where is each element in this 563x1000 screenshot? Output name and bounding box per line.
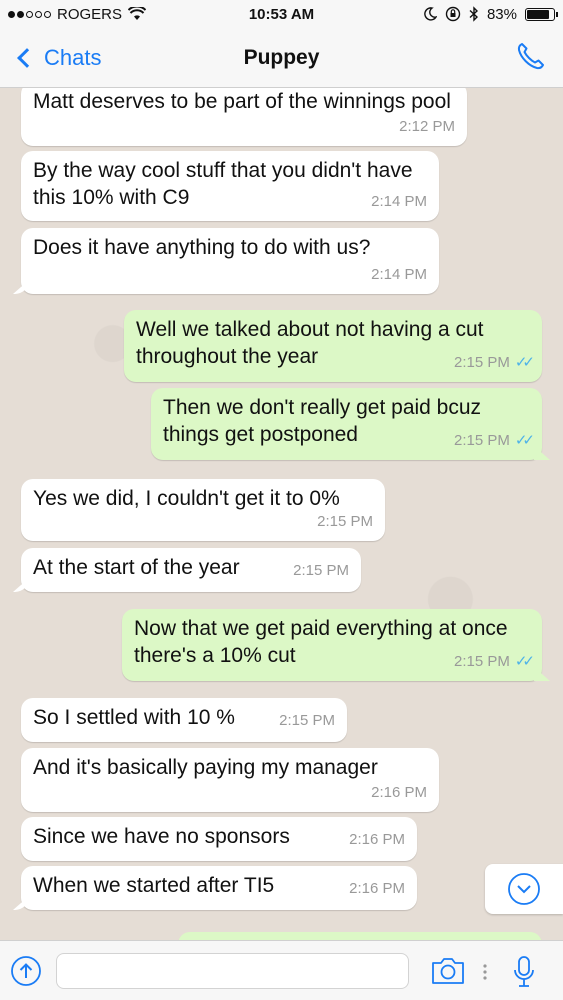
message-meta: 2:15 PM ✓✓ — [453, 648, 535, 675]
message-time: 2:14 PM — [371, 193, 427, 210]
message-meta: 2:15 PM — [317, 508, 373, 535]
message-input[interactable] — [56, 953, 409, 989]
message-meta: 2:12 PM — [399, 113, 455, 140]
message-time: 2:16 PM — [371, 784, 427, 801]
message-outgoing-partial[interactable] — [178, 932, 542, 940]
message-incoming[interactable]: Matt deserves to be part of the winnings… — [21, 88, 467, 146]
read-receipt-icon: ✓✓ — [514, 653, 535, 670]
message-time: 2:15 PM — [453, 354, 510, 371]
more-options-icon[interactable] — [482, 963, 488, 981]
signal-strength-icon — [8, 10, 51, 18]
message-time: 2:15 PM — [317, 513, 373, 530]
back-to-chats-button[interactable]: Chats — [0, 45, 101, 71]
message-meta: 2:16 PM — [371, 779, 427, 806]
read-receipt-icon: ✓✓ — [514, 354, 535, 371]
message-incoming[interactable]: Since we have no sponsors 2:16 PM — [21, 817, 417, 861]
read-receipt-icon: ✓✓ — [514, 432, 535, 449]
message-meta: 2:14 PM — [371, 261, 427, 288]
battery-percentage: 83% — [486, 5, 517, 23]
message-incoming[interactable]: By the way cool stuff that you didn't ha… — [21, 151, 439, 221]
battery-icon — [525, 7, 558, 21]
message-incoming[interactable]: So I settled with 10 % 2:15 PM — [21, 698, 347, 742]
message-time: 2:15 PM — [293, 562, 349, 579]
bluetooth-icon — [469, 6, 478, 22]
scroll-to-bottom-button[interactable] — [485, 864, 563, 914]
message-text: By the way cool stuff that you didn't ha… — [33, 159, 413, 209]
message-meta: 2:16 PM — [349, 826, 405, 853]
message-time: 2:12 PM — [399, 118, 455, 135]
message-text: Matt deserves to be part of the winnings… — [33, 90, 451, 113]
message-meta: 2:15 PM — [293, 557, 349, 584]
carrier-label: ROGERS — [57, 5, 123, 23]
message-text: And it's basically paying my manager — [33, 756, 378, 779]
message-outgoing[interactable]: Well we talked about not having a cut th… — [124, 310, 542, 382]
microphone-icon[interactable] — [512, 955, 536, 989]
message-incoming[interactable]: When we started after TI5 2:16 PM — [21, 866, 417, 910]
message-text: Does it have anything to do with us? — [33, 236, 371, 259]
navigation-bar: Chats Puppey — [0, 28, 563, 88]
message-input-bar — [0, 940, 563, 1000]
back-label: Chats — [44, 44, 102, 70]
message-time: 2:16 PM — [349, 880, 405, 897]
battery-level — [527, 9, 549, 19]
message-meta: 2:15 PM ✓✓ — [453, 349, 535, 376]
message-time: 2:16 PM — [349, 831, 405, 848]
message-incoming[interactable]: And it's basically paying my manager 2:1… — [21, 748, 439, 812]
upload-icon[interactable] — [10, 955, 42, 987]
message-meta: 2:15 PM — [279, 707, 335, 734]
message-list[interactable]: Matt deserves to be part of the winnings… — [0, 88, 563, 940]
message-time: 2:15 PM — [453, 653, 510, 670]
status-right: 83% — [423, 5, 558, 23]
orientation-lock-icon — [445, 6, 461, 22]
status-bar: ROGERS 10:53 AM 83% — [0, 0, 563, 28]
message-time: 2:15 PM — [453, 432, 510, 449]
message-time: 2:14 PM — [371, 266, 427, 283]
camera-icon[interactable] — [430, 956, 466, 986]
message-time: 2:15 PM — [279, 712, 335, 729]
phone-icon[interactable] — [515, 40, 547, 72]
message-incoming[interactable]: Yes we did, I couldn't get it to 0% 2:15… — [21, 479, 385, 541]
message-meta: 2:14 PM — [371, 188, 427, 215]
message-meta: 2:15 PM ✓✓ — [453, 427, 535, 454]
message-outgoing[interactable]: Now that we get paid everything at once … — [122, 609, 542, 681]
moon-icon — [424, 7, 437, 21]
status-left: ROGERS — [8, 6, 208, 23]
message-meta: 2:16 PM — [349, 875, 405, 902]
wifi-icon — [128, 7, 147, 20]
message-outgoing[interactable]: Then we don't really get paid bcuz thing… — [151, 388, 542, 460]
message-incoming[interactable]: Does it have anything to do with us? 2:1… — [21, 228, 439, 294]
chevron-down-icon — [508, 873, 540, 905]
message-incoming[interactable]: At the start of the year 2:15 PM — [21, 548, 361, 592]
chevron-left-icon — [17, 47, 37, 68]
